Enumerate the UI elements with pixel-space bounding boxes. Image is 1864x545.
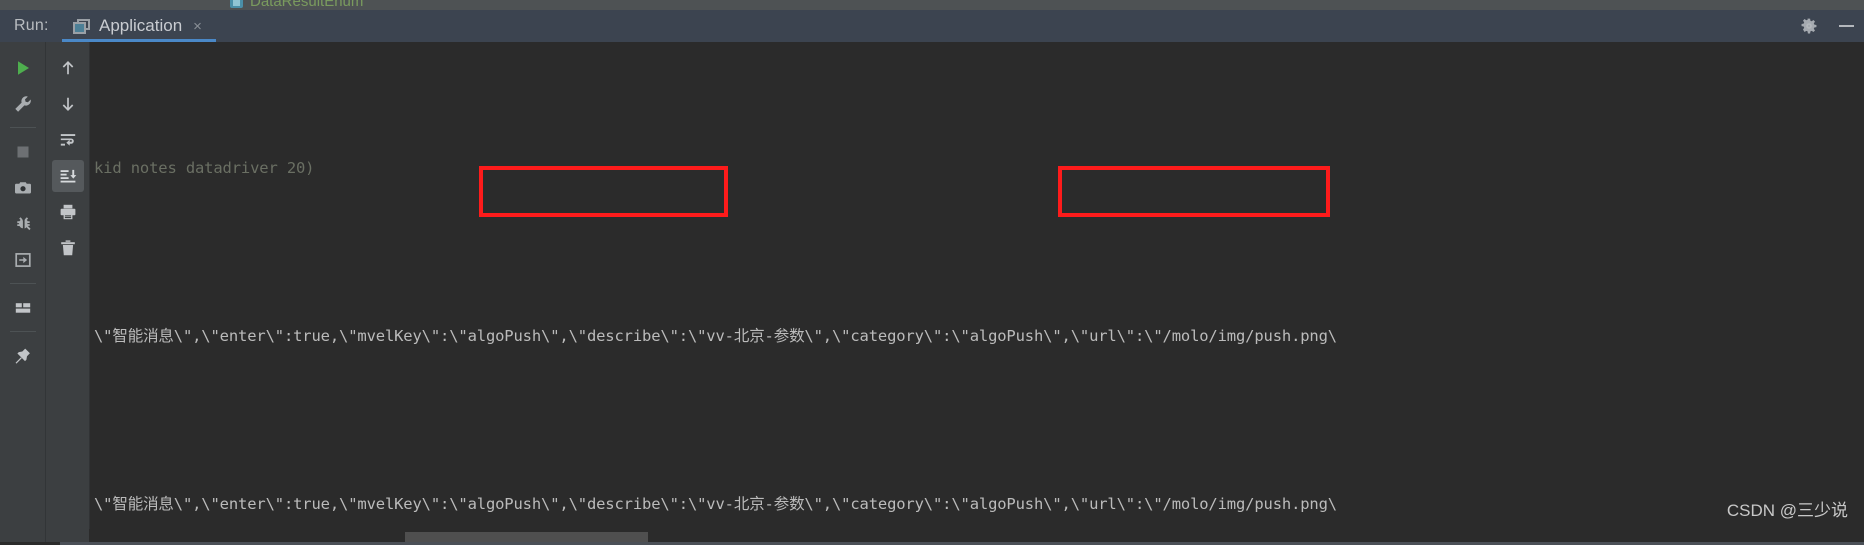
camera-icon [14,182,31,194]
stop-button[interactable] [7,136,39,168]
stop-square-icon [17,146,28,158]
console-line: \"智能消息\",\"enter\":true,\"mvelKey\":\"al… [94,327,1337,345]
pin-icon [15,348,30,364]
soft-wrap-icon [60,134,76,146]
pin-tab-button[interactable] [7,340,39,372]
wrench-icon [14,96,31,112]
editor-tab-dataresultenum[interactable]: DataResultEnum [222,0,372,10]
clear-all-button[interactable] [52,232,84,264]
rerun-button[interactable] [7,52,39,84]
play-icon [17,61,29,75]
ide-run-tool-window: DataResultEnum Run: Application × kid no… [0,0,1864,545]
arrow-up-icon [62,60,74,75]
enum-class-icon [230,0,243,8]
scroll-to-end-icon [60,169,77,183]
layout-panes-icon [15,303,30,313]
console-text: kid notes datadriver 20) \"智能消息\",\"ente… [94,42,1337,545]
arrow-down-icon [62,97,74,112]
down-the-stack-trace-button[interactable] [52,88,84,120]
console-output[interactable]: kid notes datadriver 20) \"智能消息\",\"ente… [89,42,1864,545]
tab-application-label: Application [99,16,183,35]
console-actions-toolbar-secondary [45,42,90,545]
tab-application[interactable]: Application × [62,10,212,42]
soft-wrap-button[interactable] [52,124,84,156]
toolbar-separator [9,283,36,284]
printer-icon [60,204,76,220]
run-tool-window-header: Run: Application × [0,10,1864,43]
minimize-icon[interactable] [1839,25,1854,27]
run-actions-toolbar-primary [0,42,45,545]
run-header-actions [1801,10,1854,42]
gear-icon[interactable] [1801,17,1817,34]
bug-arrow-icon [16,217,31,231]
scroll-to-end-button[interactable] [52,160,84,192]
up-the-stack-trace-button[interactable] [52,52,84,84]
close-icon[interactable]: × [193,19,202,34]
import-arrow-icon [14,253,31,267]
console-gutter [89,42,90,545]
editor-tab-label: DataResultEnum [250,0,364,10]
profile-button[interactable] [7,208,39,240]
console-line: kid notes datadriver 20) [94,159,315,177]
application-window-icon [73,18,90,34]
toolbar-separator [9,331,36,332]
editor-tab-strip: DataResultEnum [0,0,1864,10]
edit-configuration-button[interactable] [7,88,39,120]
screenshot-button[interactable] [7,172,39,204]
run-label: Run: [14,17,49,34]
csdn-watermark: CSDN @三少说 [1726,501,1848,520]
toolbar-separator [9,127,36,128]
trash-icon [61,240,75,256]
layout-button[interactable] [7,292,39,324]
print-button[interactable] [52,196,84,228]
export-button[interactable] [7,244,39,276]
console-line: \"智能消息\",\"enter\":true,\"mvelKey\":\"al… [94,495,1337,513]
